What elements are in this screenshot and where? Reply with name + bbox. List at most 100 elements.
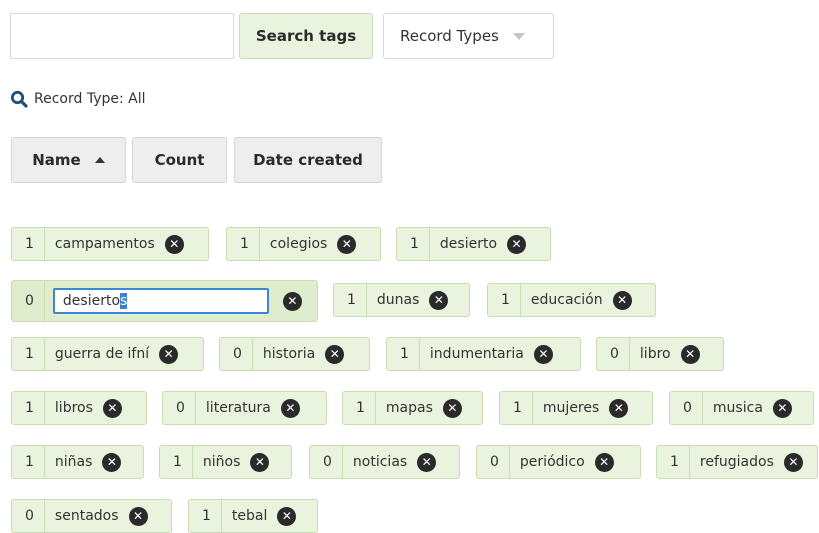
tag-name[interactable]: musica	[703, 400, 773, 416]
circle-x-icon[interactable]: ✕	[507, 234, 527, 254]
circle-x-icon[interactable]: ✕	[159, 344, 179, 364]
tag-count: 1	[356, 400, 365, 416]
search-tags-button[interactable]: Search tags	[239, 13, 373, 59]
sort-by-count-button[interactable]: Count	[132, 137, 227, 183]
tag-name[interactable]: desierto	[430, 236, 507, 252]
circle-x-icon[interactable]: ✕	[612, 290, 632, 310]
tag-item[interactable]: 0 noticias ✕	[309, 445, 460, 479]
circle-x-icon[interactable]: ✕	[442, 398, 462, 418]
circle-x-icon[interactable]: ✕	[128, 506, 148, 526]
tag-item[interactable]: 0 periódico ✕	[476, 445, 641, 479]
circle-x-icon[interactable]: ✕	[594, 452, 614, 472]
tag-item[interactable]: 1 mapas ✕	[342, 391, 483, 425]
caret-up-icon	[94, 157, 105, 163]
tag-name[interactable]: educación	[521, 292, 613, 308]
tag-name[interactable]: campamentos	[45, 236, 165, 252]
tag-name[interactable]: historia	[253, 346, 325, 362]
tag-item[interactable]: 0 historia ✕	[219, 337, 370, 371]
tag-name[interactable]: indumentaria	[420, 346, 534, 362]
tag-item[interactable]: 1 niños ✕	[159, 445, 292, 479]
tag-name[interactable]: periódico	[510, 454, 595, 470]
tag-count: 1	[501, 292, 510, 308]
tag-name[interactable]: colegios	[260, 236, 337, 252]
circle-x-icon[interactable]: ✕	[280, 398, 300, 418]
tag-item[interactable]: 1 desierto ✕	[396, 227, 551, 261]
circle-x-icon[interactable]: ✕	[325, 344, 345, 364]
tag-count: 1	[513, 400, 522, 416]
tag-count: 0	[323, 454, 332, 470]
tag-edit-input[interactable]: desierto s	[52, 288, 269, 314]
tag-name[interactable]: guerra de ifní	[45, 346, 159, 362]
tag-name[interactable]: sentados	[45, 508, 129, 524]
circle-x-icon[interactable]: ✕	[772, 398, 792, 418]
tag-item[interactable]: 0 libro ✕	[596, 337, 724, 371]
tag-item[interactable]: 1 niñas ✕	[11, 445, 144, 479]
tag-item[interactable]: 1 indumentaria ✕	[386, 337, 581, 371]
tag-count: 0	[25, 508, 34, 524]
circle-x-icon[interactable]: ✕	[102, 398, 122, 418]
tag-item[interactable]: 0 musica ✕	[669, 391, 814, 425]
tag-count: 0	[233, 346, 242, 362]
tag-count: 0	[610, 346, 619, 362]
tag-count: 1	[410, 236, 419, 252]
tag-count: 0	[683, 400, 692, 416]
circle-x-icon[interactable]: ✕	[783, 452, 803, 472]
tag-item[interactable]: 1 refugiados ✕	[656, 445, 818, 479]
tag-name[interactable]: niños	[193, 454, 251, 470]
tag-count: 1	[347, 292, 356, 308]
search-input[interactable]	[10, 13, 234, 59]
tag-count: 1	[25, 400, 34, 416]
tag-item[interactable]: 0 literatura ✕	[162, 391, 327, 425]
sort-by-date-button[interactable]: Date created	[234, 137, 382, 183]
text-selection: s	[120, 293, 128, 309]
tag-item[interactable]: 0 sentados ✕	[11, 499, 172, 533]
tag-count: 1	[202, 508, 211, 524]
tag-count: 1	[670, 454, 679, 470]
circle-x-icon[interactable]: ✕	[533, 344, 553, 364]
circle-x-icon[interactable]: ✕	[609, 398, 629, 418]
magnifier-icon	[10, 90, 28, 108]
tag-item[interactable]: 1 campamentos ✕	[11, 227, 209, 261]
circle-x-icon[interactable]: ✕	[102, 452, 122, 472]
circle-x-icon[interactable]: ✕	[337, 234, 357, 254]
tag-item[interactable]: 1 educación ✕	[487, 283, 656, 317]
tag-name[interactable]: noticias	[343, 454, 417, 470]
tag-name[interactable]: libros	[45, 400, 103, 416]
tag-item[interactable]: 1 mujeres ✕	[499, 391, 653, 425]
tag-name[interactable]: dunas	[367, 292, 430, 308]
tag-item[interactable]: 1 colegios ✕	[226, 227, 381, 261]
circle-x-icon[interactable]: ✕	[282, 291, 302, 311]
tag-count: 1	[25, 454, 34, 470]
circle-x-icon[interactable]: ✕	[417, 452, 437, 472]
record-type-text: Record Type: All	[34, 91, 146, 107]
tag-item[interactable]: 1 libros ✕	[11, 391, 147, 425]
tag-count: 1	[400, 346, 409, 362]
tag-item[interactable]: 1 guerra de ifní ✕	[11, 337, 204, 371]
caret-down-icon	[512, 32, 525, 40]
tag-name[interactable]: refugiados	[690, 454, 784, 470]
circle-x-icon[interactable]: ✕	[164, 234, 184, 254]
tag-count: 1	[173, 454, 182, 470]
circle-x-icon[interactable]: ✕	[680, 344, 700, 364]
circle-x-icon[interactable]: ✕	[277, 506, 297, 526]
tag-item[interactable]: 1 dunas ✕	[333, 283, 470, 317]
tag-name[interactable]: libro	[630, 346, 681, 362]
tag-name[interactable]: niñas	[45, 454, 103, 470]
tag-count: 1	[240, 236, 249, 252]
tag-item[interactable]: 1 tebal ✕	[188, 499, 318, 533]
tag-count: 1	[25, 236, 34, 252]
tag-count: 0	[490, 454, 499, 470]
circle-x-icon[interactable]: ✕	[250, 452, 270, 472]
tag-count: 0	[25, 293, 34, 309]
tag-name[interactable]: mujeres	[533, 400, 609, 416]
tag-name[interactable]: tebal	[222, 508, 277, 524]
record-types-dropdown[interactable]: Record Types	[383, 13, 554, 59]
tag-count: 1	[25, 346, 34, 362]
tag-name[interactable]: literatura	[196, 400, 281, 416]
tag-item-editing[interactable]: 0 desierto s ✕	[11, 280, 318, 322]
record-types-label: Record Types	[400, 27, 499, 45]
sort-by-name-button[interactable]: Name	[11, 137, 126, 183]
circle-x-icon[interactable]: ✕	[429, 290, 449, 310]
tag-name[interactable]: mapas	[376, 400, 443, 416]
record-type-status: Record Type: All	[10, 88, 146, 110]
